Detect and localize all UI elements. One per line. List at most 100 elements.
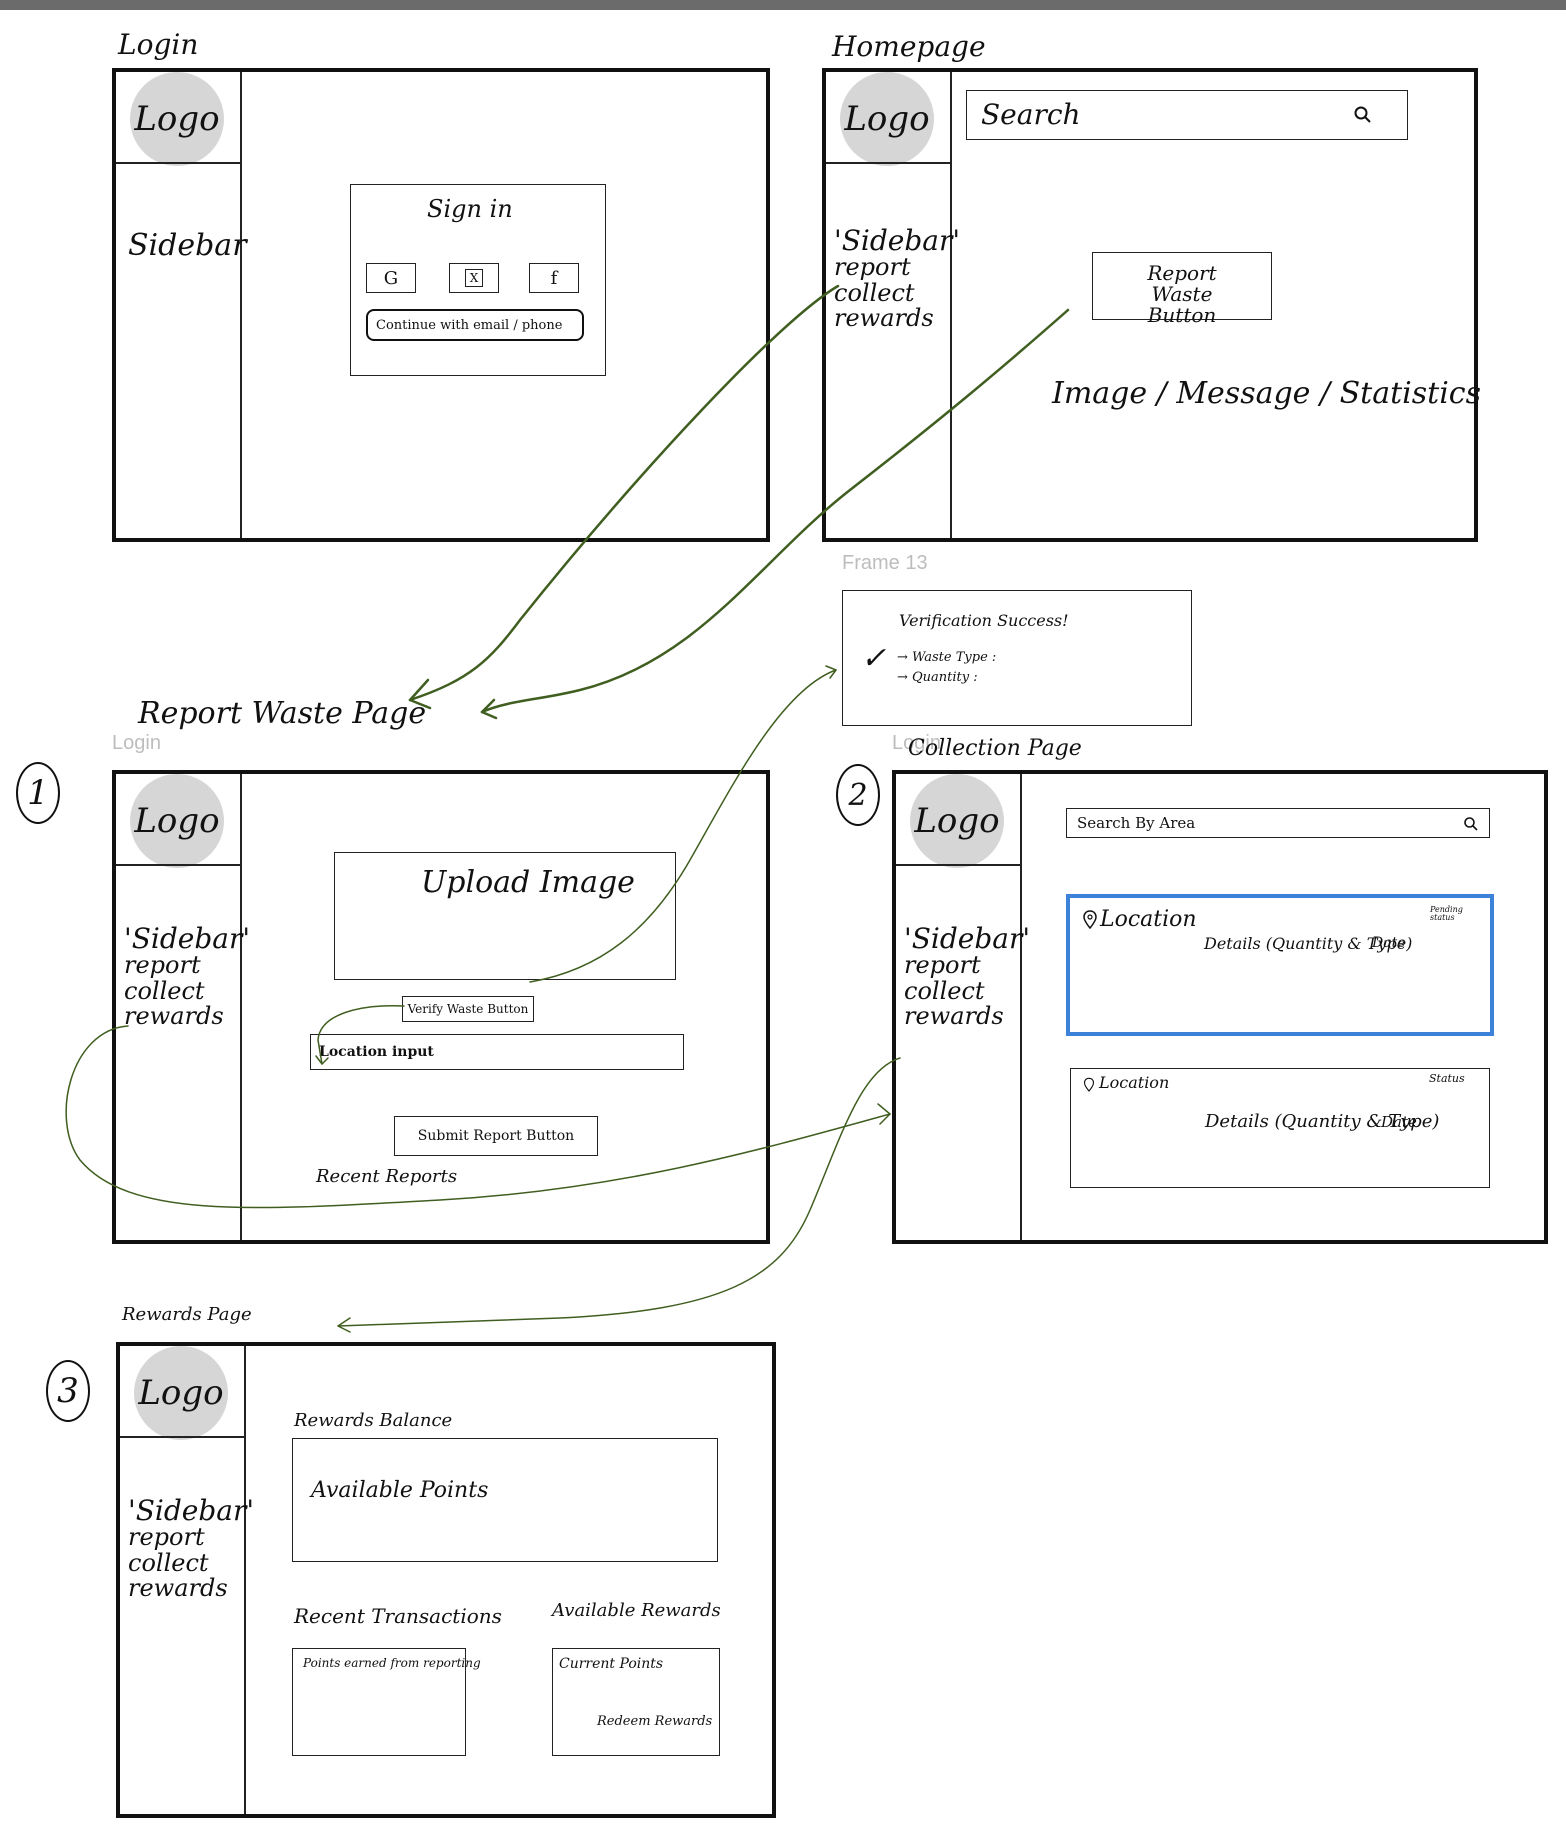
sidebar-divider [240, 72, 242, 538]
sidebar-item-collect[interactable]: collect [834, 280, 960, 306]
window-top-bar [0, 0, 1566, 10]
current-points: Current Points [559, 1656, 664, 1672]
sidebar-item-rewards[interactable]: rewards [124, 1003, 250, 1029]
collection-card[interactable]: Location Details (Quantity & Type) Date … [1070, 1068, 1490, 1188]
submit-report-button[interactable]: Submit Report Button [394, 1116, 598, 1156]
quantity-line: → Quantity : [897, 670, 978, 685]
search-icon[interactable] [1463, 816, 1479, 832]
logo: Logo [134, 1346, 228, 1440]
search-input[interactable]: Search [981, 100, 1081, 130]
login-frame: Logo Sidebar Sign in G X f Continue with… [112, 68, 770, 542]
logo: Logo [840, 72, 934, 166]
location-input[interactable]: Location input [310, 1034, 684, 1070]
step-number-2: 2 [836, 764, 880, 826]
sidebar-item-report[interactable]: report [834, 255, 960, 280]
rewards-frame-title: Rewards Page [122, 1304, 252, 1325]
redeem-rewards-button[interactable]: Redeem Rewards [597, 1715, 712, 1729]
sidebar-item-collect[interactable]: collect [904, 978, 1030, 1004]
card-date: Date [1381, 1113, 1417, 1131]
search-bar[interactable]: Search [966, 90, 1408, 140]
search-by-area-placeholder: Search By Area [1077, 814, 1196, 832]
sidebar-label: Sidebar [128, 228, 247, 263]
logo-divider [826, 162, 950, 164]
collection-card[interactable]: Location Details (Quantity & Type) Date … [1066, 894, 1494, 1036]
sidebar-title: 'Sidebar' [834, 224, 961, 257]
submit-report-label: Submit Report Button [417, 1128, 575, 1144]
sidebar-item-report[interactable]: report [124, 953, 250, 978]
recent-transactions-label: Recent Transactions [294, 1604, 502, 1628]
continue-email-button[interactable]: Continue with email / phone [366, 309, 584, 341]
sidebar-nav: 'Sidebar' report collect rewards [904, 924, 1030, 1029]
available-rewards-card: Current Points Redeem Rewards [552, 1648, 720, 1756]
transaction-item: Points earned from reporting [303, 1656, 481, 1670]
logo-divider [120, 1436, 244, 1438]
sidebar-item-collect[interactable]: collect [124, 978, 250, 1004]
homepage-content-text: Image / Message / Statistics [1052, 376, 1481, 411]
report-waste-button-label: Report Waste Button [1147, 261, 1217, 327]
verification-title: Verification Success! [899, 611, 1069, 630]
homepage-frame: Logo 'Sidebar' report collect rewards Se… [822, 68, 1481, 542]
location-pin-icon [1083, 910, 1097, 930]
sidebar-item-report[interactable]: report [128, 1525, 254, 1550]
verification-popup: Verification Success! ✓ → Waste Type : →… [842, 590, 1192, 726]
card-date: Date [1372, 935, 1406, 951]
rewards-balance-label: Rewards Balance [294, 1410, 453, 1431]
step-number-1: 1 [16, 762, 60, 824]
location-pin-icon [1083, 1077, 1095, 1092]
report-frame-title: Report Waste Page [138, 696, 427, 731]
available-points: Available Points [311, 1478, 489, 1503]
sidebar-item-rewards[interactable]: rewards [834, 305, 960, 331]
collection-frame-title: Collection Page [908, 736, 1082, 761]
facebook-button[interactable]: f [529, 263, 579, 293]
report-waste-button[interactable]: Report Waste Button [1092, 252, 1272, 326]
flow-arrow-head-button [480, 698, 498, 720]
facebook-icon: f [550, 267, 558, 289]
homepage-frame-title: Homepage [832, 30, 986, 63]
search-by-area-input[interactable]: Search By Area [1066, 808, 1490, 838]
sidebar-item-rewards[interactable]: rewards [904, 1003, 1030, 1029]
logo: Logo [130, 72, 224, 166]
sidebar-title: 'Sidebar' [124, 922, 251, 955]
location-input-label: Location input [319, 1044, 434, 1060]
available-rewards-label: Available Rewards [552, 1600, 721, 1621]
google-icon: G [383, 267, 399, 289]
step-number-3: 3 [46, 1360, 90, 1422]
card-location: Location [1100, 907, 1197, 932]
card-status: Status [1429, 1072, 1465, 1085]
google-button[interactable]: G [366, 263, 416, 293]
recent-reports-label: Recent Reports [316, 1166, 458, 1187]
sidebar-item-report[interactable]: report [904, 953, 1030, 978]
login-frame-title: Login [118, 28, 199, 61]
x-icon: X [465, 269, 483, 287]
upload-image-area[interactable]: Upload Image [334, 852, 676, 980]
search-icon[interactable] [1353, 105, 1373, 125]
recent-transactions-list: Points earned from reporting [292, 1648, 481, 1756]
verify-waste-label: Verify Waste Button [407, 1002, 529, 1016]
collection-frame: Logo 'Sidebar' report collect rewards Se… [892, 770, 1548, 1244]
sign-in-card: Sign in G X f Continue with email / phon… [350, 184, 606, 376]
logo: Logo [910, 774, 1004, 868]
card-status: Pending status [1430, 905, 1463, 923]
sidebar-item-rewards[interactable]: rewards [128, 1575, 254, 1601]
frame13-label: Frame 13 [842, 552, 928, 574]
x-button[interactable]: X [449, 263, 499, 293]
sidebar-title: 'Sidebar' [128, 1494, 255, 1527]
rewards-frame: Logo 'Sidebar' report collect rewards Re… [116, 1342, 776, 1818]
report-gray-label: Login [112, 732, 161, 754]
logo-divider [896, 864, 1020, 866]
continue-email-label: Continue with email / phone [376, 317, 563, 333]
flow-arrow-head-collection [877, 1103, 891, 1125]
verify-waste-button[interactable]: Verify Waste Button [402, 996, 534, 1022]
logo-divider [116, 864, 240, 866]
rewards-balance-card: Available Points [292, 1438, 718, 1562]
upload-image-label: Upload Image [421, 865, 635, 900]
check-icon: ✓ [861, 641, 887, 676]
sidebar-item-collect[interactable]: collect [128, 1550, 254, 1576]
sidebar-nav: 'Sidebar' report collect rewards [128, 1496, 254, 1601]
logo-divider [116, 162, 240, 164]
sidebar-title: 'Sidebar' [904, 922, 1031, 955]
sign-in-title: Sign in [427, 195, 513, 223]
logo: Logo [130, 774, 224, 868]
sidebar-nav: 'Sidebar' report collect rewards [124, 924, 250, 1029]
flow-arrow-head-frame13 [825, 665, 837, 679]
